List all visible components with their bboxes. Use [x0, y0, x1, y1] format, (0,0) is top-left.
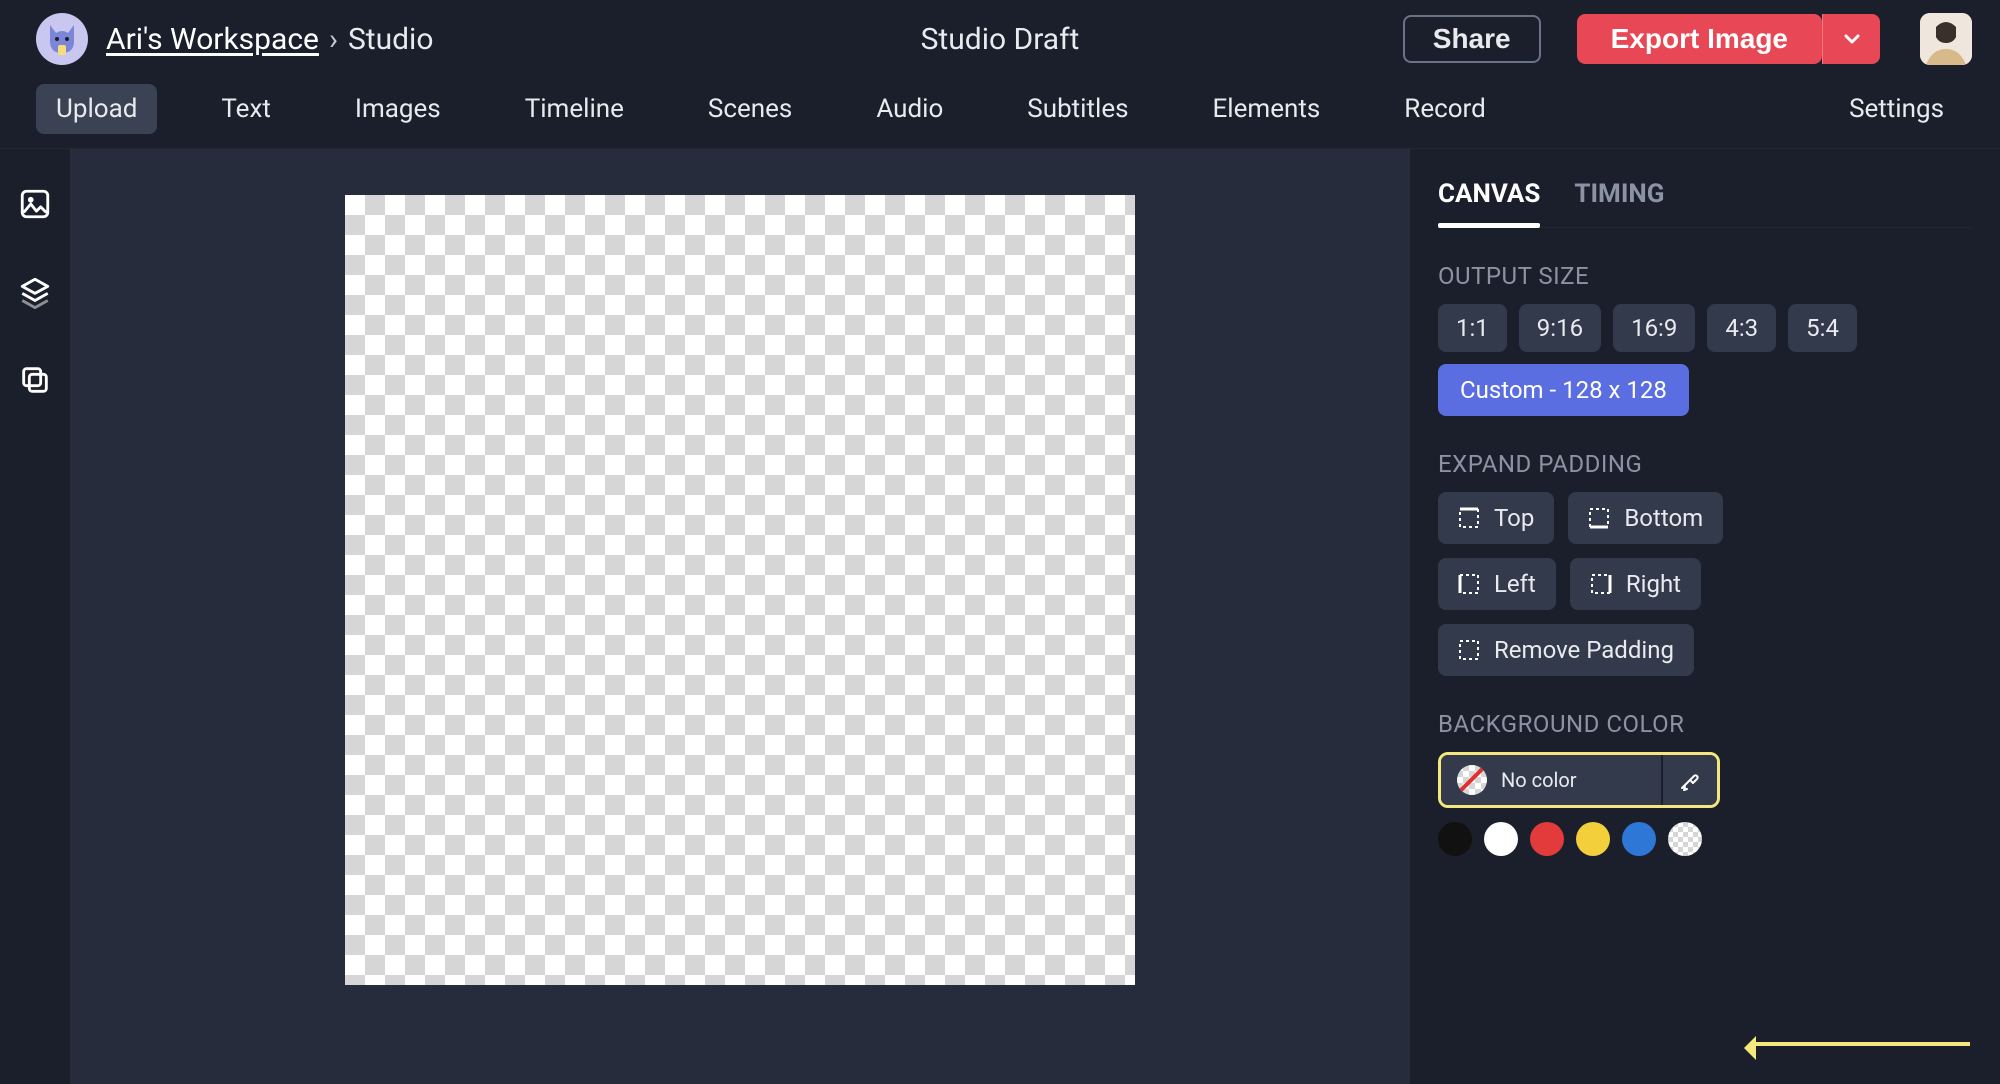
ratio-5-4[interactable]: 5:4	[1788, 304, 1857, 352]
tab-settings[interactable]: Settings	[1829, 84, 1964, 134]
pad-left-label: Left	[1494, 570, 1536, 598]
workspace-link[interactable]: Ari's Workspace	[106, 22, 319, 57]
pad-left-icon	[1458, 573, 1480, 595]
swatch-red[interactable]	[1530, 822, 1564, 856]
user-avatar[interactable]	[1920, 13, 1972, 65]
pad-top-icon	[1458, 507, 1480, 529]
pad-bottom-icon	[1588, 507, 1610, 529]
background-color-label: BACKGROUND COLOR	[1438, 710, 1972, 738]
canvas-area[interactable]	[70, 149, 1410, 1084]
tab-canvas[interactable]: CANVAS	[1438, 167, 1540, 227]
ratio-1-1[interactable]: 1:1	[1438, 304, 1507, 352]
tab-text[interactable]: Text	[201, 84, 290, 134]
eyedropper-button[interactable]	[1661, 755, 1717, 805]
media-icon[interactable]	[18, 187, 52, 221]
pad-right-button[interactable]: Right	[1570, 558, 1701, 610]
ratio-16-9[interactable]: 16:9	[1613, 304, 1695, 352]
tab-upload[interactable]: Upload	[36, 84, 157, 134]
background-color-button[interactable]: No color	[1441, 755, 1661, 805]
app-logo[interactable]	[36, 13, 88, 65]
ratio-4-3[interactable]: 4:3	[1707, 304, 1776, 352]
swatch-black[interactable]	[1438, 822, 1472, 856]
remove-padding-icon	[1458, 639, 1480, 661]
pad-right-label: Right	[1626, 570, 1681, 598]
main-area: CANVAS TIMING OUTPUT SIZE 1:1 9:16 16:9 …	[0, 148, 2000, 1084]
color-swatches	[1438, 822, 1972, 856]
no-color-swatch-icon	[1457, 765, 1487, 795]
tab-record[interactable]: Record	[1384, 84, 1505, 134]
chevron-down-icon	[1842, 29, 1862, 49]
avatar-icon	[1920, 13, 1972, 65]
background-color-control: No color	[1438, 752, 1720, 808]
output-size-label: OUTPUT SIZE	[1438, 262, 1972, 290]
pad-right-icon	[1590, 573, 1612, 595]
export-dropdown-button[interactable]	[1822, 14, 1880, 64]
cat-logo-icon	[42, 19, 82, 59]
breadcrumb: Ari's Workspace › Studio	[106, 22, 433, 57]
left-toolbar	[0, 149, 70, 1084]
swatch-transparent[interactable]	[1668, 822, 1702, 856]
tab-elements[interactable]: Elements	[1193, 84, 1341, 134]
tab-scenes[interactable]: Scenes	[688, 84, 812, 134]
tab-audio[interactable]: Audio	[856, 84, 963, 134]
output-size-chips: 1:1 9:16 16:9 4:3 5:4	[1438, 304, 1972, 352]
document-title[interactable]: Studio Draft	[921, 22, 1080, 57]
copy-icon[interactable]	[18, 363, 52, 397]
tab-images[interactable]: Images	[335, 84, 461, 134]
breadcrumb-separator: ›	[329, 22, 338, 57]
remove-padding-button[interactable]: Remove Padding	[1438, 624, 1694, 676]
right-panel: CANVAS TIMING OUTPUT SIZE 1:1 9:16 16:9 …	[1410, 149, 2000, 1084]
tab-timing[interactable]: TIMING	[1574, 167, 1664, 227]
custom-size-button[interactable]: Custom - 128 x 128	[1438, 364, 1689, 416]
padding-buttons: Top Bottom Left Right	[1438, 492, 1798, 610]
eyedropper-icon	[1678, 768, 1702, 792]
breadcrumb-leaf: Studio	[348, 22, 434, 57]
ratio-9-16[interactable]: 9:16	[1519, 304, 1601, 352]
pad-left-button[interactable]: Left	[1438, 558, 1556, 610]
tab-subtitles[interactable]: Subtitles	[1007, 84, 1148, 134]
tool-tabs: Upload Text Images Timeline Scenes Audio…	[0, 78, 2000, 148]
swatch-blue[interactable]	[1622, 822, 1656, 856]
expand-padding-label: EXPAND PADDING	[1438, 450, 1972, 478]
no-color-label: No color	[1501, 768, 1577, 792]
swatch-yellow[interactable]	[1576, 822, 1610, 856]
export-image-button[interactable]: Export Image	[1577, 14, 1822, 64]
annotation-arrow-icon	[1750, 1042, 1970, 1046]
export-group: Export Image	[1577, 14, 1880, 64]
canvas-checkerboard[interactable]	[345, 195, 1135, 985]
pad-bottom-label: Bottom	[1624, 504, 1703, 532]
tab-timeline[interactable]: Timeline	[505, 84, 644, 134]
share-button[interactable]: Share	[1403, 15, 1541, 63]
pad-top-label: Top	[1494, 504, 1534, 532]
swatch-white[interactable]	[1484, 822, 1518, 856]
layers-icon[interactable]	[18, 275, 52, 309]
pad-top-button[interactable]: Top	[1438, 492, 1554, 544]
remove-padding-label: Remove Padding	[1494, 636, 1674, 664]
right-tabs: CANVAS TIMING	[1438, 167, 1972, 228]
pad-bottom-button[interactable]: Bottom	[1568, 492, 1723, 544]
